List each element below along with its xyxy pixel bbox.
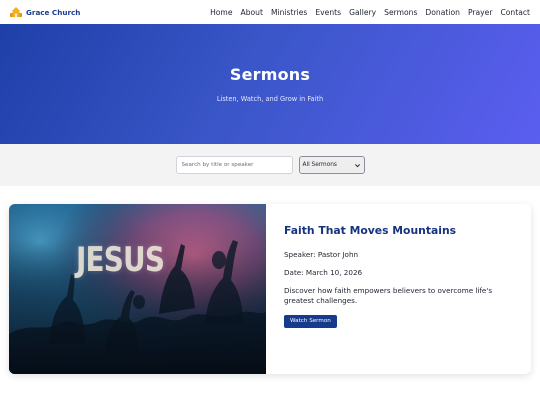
- nav-link-home[interactable]: Home: [210, 8, 232, 17]
- brand[interactable]: Grace Church: [10, 7, 80, 17]
- nav-link-gallery[interactable]: Gallery: [349, 8, 376, 17]
- sermon-thumbnail[interactable]: JESUS: [9, 204, 266, 374]
- sermon-filter-select[interactable]: All Sermons: [298, 156, 365, 174]
- nav-link-ministries[interactable]: Ministries: [271, 8, 307, 17]
- sermon-speaker: Speaker: Pastor John: [284, 250, 359, 259]
- sermon-card: JESUS Faith That Moves Mountains Speaker…: [9, 204, 531, 374]
- nav-link-events[interactable]: Events: [315, 8, 341, 17]
- chevron-down-icon: [354, 163, 360, 167]
- main-nav: Home About Ministries Events Gallery Ser…: [210, 8, 530, 17]
- image-overlay-text: JESUS: [76, 240, 165, 280]
- nav-link-donation[interactable]: Donation: [425, 8, 460, 17]
- search-input[interactable]: [175, 156, 293, 174]
- nav-link-about[interactable]: About: [241, 8, 263, 17]
- sermon-title[interactable]: Faith That Moves Mountains: [284, 224, 516, 237]
- navbar: Grace Church Home About Ministries Event…: [0, 0, 540, 24]
- filter-bar: All Sermons: [0, 144, 540, 186]
- church-icon: [10, 7, 22, 17]
- hero-banner: Sermons Listen, Watch, and Grow in Faith: [0, 24, 540, 144]
- sermon-date: Date: March 10, 2026: [284, 268, 363, 277]
- nav-link-prayer[interactable]: Prayer: [468, 8, 493, 17]
- nav-link-contact[interactable]: Contact: [500, 8, 530, 17]
- sermon-details: Faith That Moves Mountains Speaker: Past…: [266, 204, 531, 374]
- page-title: Sermons: [229, 65, 311, 84]
- filter-select-value: All Sermons: [302, 162, 337, 168]
- nav-link-sermons[interactable]: Sermons: [384, 8, 417, 17]
- page-subtitle: Listen, Watch, and Grow in Faith: [216, 95, 324, 103]
- watch-sermon-button[interactable]: Watch Sermon: [284, 314, 337, 328]
- worship-crowd-image: [9, 204, 266, 374]
- sermon-description: Discover how faith empowers believers to…: [284, 286, 493, 306]
- brand-name: Grace Church: [26, 7, 81, 17]
